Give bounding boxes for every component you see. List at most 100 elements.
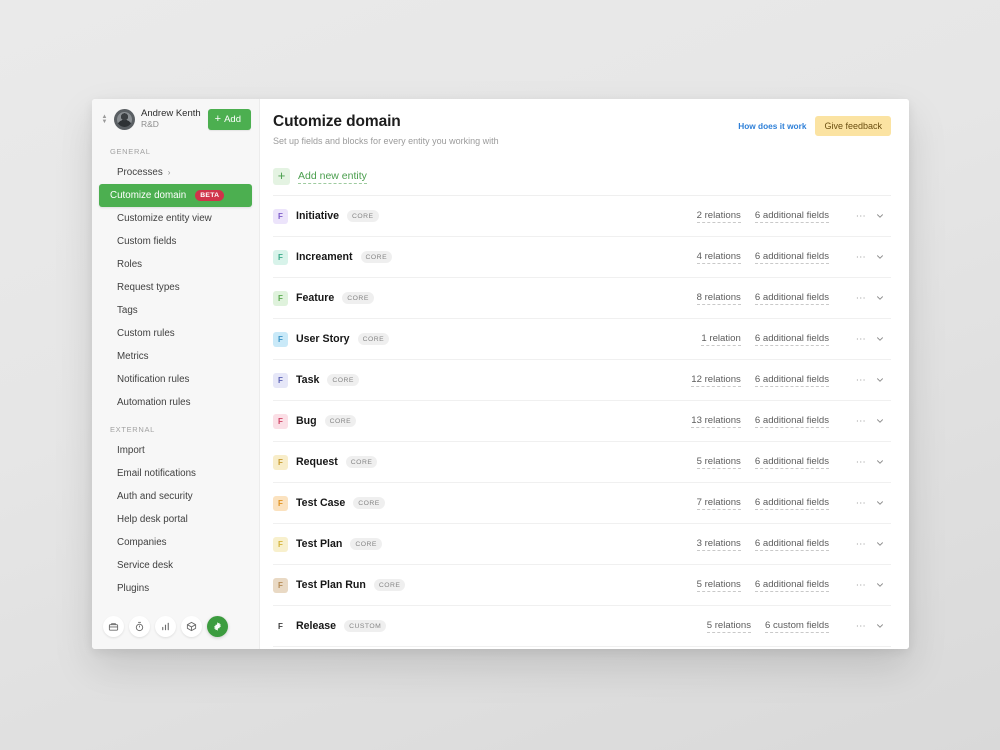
entity-relations-link[interactable]: 13 relations [691,415,741,428]
entity-relations-link[interactable]: 12 relations [691,374,741,387]
table-row[interactable]: F Task CORE 12 relations 6 additional fi… [273,359,891,400]
sidebar-item-custom-rules[interactable]: Custom rules [99,322,252,345]
entity-fields-link[interactable]: 6 custom fields [765,620,829,633]
sidebar-item-import[interactable]: Import [99,439,252,462]
sidebar-item-tags[interactable]: Tags [99,299,252,322]
entity-relations-link[interactable]: 7 relations [696,497,741,510]
chevron-down-icon[interactable] [871,416,889,426]
entity-relations-link[interactable]: 5 relations [696,456,741,469]
sidebar-item-companies[interactable]: Companies [99,531,252,554]
table-row[interactable]: F Request CORE 5 relations 6 additional … [273,441,891,482]
entity-name: Test Plan [296,538,343,550]
entity-fields-link[interactable]: 6 additional fields [754,415,829,428]
table-row[interactable]: F User Story CORE 1 relation 6 additiona… [273,318,891,359]
table-row[interactable]: F Test Plan CORE 3 relations 6 additiona… [273,523,891,564]
briefcase-icon[interactable] [103,616,124,637]
sidebar-item-customize-entity-view[interactable]: Customize entity view [99,207,252,230]
give-feedback-button[interactable]: Give feedback [815,116,891,136]
more-options-icon[interactable]: ⋯ [851,334,871,345]
more-options-icon[interactable]: ⋯ [851,539,871,550]
sidebar-item-plugins[interactable]: Plugins [99,577,252,600]
entity-fields-link[interactable]: 6 additional fields [754,374,829,387]
sidebar-item-custom-fields[interactable]: Custom fields [99,230,252,253]
chevron-down-icon[interactable] [871,457,889,467]
chevron-down-icon[interactable] [871,252,889,262]
chevron-down-icon[interactable] [871,580,889,590]
chevron-down-icon[interactable] [871,211,889,221]
chevron-down-icon[interactable] [871,539,889,549]
sidebar-item-automation-rules[interactable]: Automation rules [99,391,252,414]
entity-kind-badge: CORE [324,415,357,427]
entity-fields-link[interactable]: 6 additional fields [754,538,829,551]
entity-fields-link[interactable]: 6 additional fields [754,579,829,592]
entity-relations-link[interactable]: 5 relations [696,579,741,592]
entity-relations-link[interactable]: 4 relations [696,251,741,264]
how-does-it-work-link[interactable]: How does it work [738,121,806,131]
sidebar-item-label: Companies [117,537,167,548]
table-row[interactable]: F Feature CORE 8 relations 6 additional … [273,277,891,318]
entity-relations-link[interactable]: 3 relations [696,538,741,551]
entity-relations-link[interactable]: 8 relations [696,292,741,305]
sidebar-item-cutomize-domain[interactable]: Cutomize domain BETA [99,184,252,207]
table-row[interactable]: F Bug CORE 13 relations 6 additional fie… [273,400,891,441]
table-row[interactable]: F Initiative CORE 2 relations 6 addition… [273,195,891,236]
entity-fields-link[interactable]: 6 additional fields [754,456,829,469]
entity-relations-link[interactable]: 1 relation [701,333,741,346]
sidebar-item-processes[interactable]: Processes › [99,161,252,184]
chevron-down-icon[interactable] [871,334,889,344]
sidebar-item-notification-rules[interactable]: Notification rules [99,368,252,391]
entity-relations-link[interactable]: 2 relations [696,210,741,223]
sidebar-section-external-label: EXTERNAL [110,425,155,434]
chevron-updown-icon[interactable]: ▲ ▼ [101,114,108,125]
sidebar-item-auth-and-security[interactable]: Auth and security [99,485,252,508]
entity-relations-link[interactable]: 5 relations [706,620,751,633]
table-row[interactable]: F Test Case CORE 7 relations 6 additiona… [273,482,891,523]
more-options-icon[interactable]: ⋯ [851,580,871,591]
table-row[interactable]: F Test Plan Run CORE 5 relations 6 addit… [273,564,891,605]
sidebar-bottom-toolbar [92,606,259,649]
timer-icon[interactable] [129,616,150,637]
entity-fields-link[interactable]: 6 additional fields [754,333,829,346]
sidebar-item-label: Request types [117,282,180,293]
more-options-icon[interactable]: ⋯ [851,457,871,468]
sidebar-item-help-desk-portal[interactable]: Help desk portal [99,508,252,531]
more-options-icon[interactable]: ⋯ [851,293,871,304]
more-options-icon[interactable]: ⋯ [851,375,871,386]
entity-name: Test Case [296,497,346,509]
more-options-icon[interactable]: ⋯ [851,621,871,632]
table-row[interactable]: F Release CUSTOM 5 relations 6 custom fi… [273,605,891,646]
entity-fields-link[interactable]: 6 additional fields [754,251,829,264]
add-new-entity-label[interactable]: Add new entity [298,170,367,184]
table-row[interactable]: F Increament CORE 4 relations 6 addition… [273,236,891,277]
more-options-icon[interactable]: ⋯ [851,498,871,509]
chevron-down-icon[interactable] [871,498,889,508]
entity-type-icon: F [273,577,288,593]
page-header: Cutomize domain Set up fields and blocks… [273,99,891,146]
sidebar-nav-external: Import Email notifications Auth and secu… [92,439,259,600]
chevron-right-icon: › [167,168,171,177]
sidebar-item-email-notifications[interactable]: Email notifications [99,462,252,485]
sidebar-item-metrics[interactable]: Metrics [99,345,252,368]
entity-fields-link[interactable]: 6 additional fields [754,497,829,510]
more-options-icon[interactable]: ⋯ [851,211,871,222]
box-icon[interactable] [181,616,202,637]
user-switcher[interactable]: ▲ ▼ Andrew Kenth R&D + Add [92,99,259,136]
entity-fields-link[interactable]: 6 additional fields [754,292,829,305]
entity-list: F Initiative CORE 2 relations 6 addition… [273,195,891,649]
entity-kind-badge: CORE [327,374,359,386]
avatar [114,109,135,130]
add-button[interactable]: + Add [207,109,251,130]
entity-fields-link[interactable]: 6 additional fields [754,210,829,223]
more-options-icon[interactable]: ⋯ [851,416,871,427]
add-new-entity-row[interactable]: + Add new entity [273,168,891,193]
sidebar-item-request-types[interactable]: Request types [99,276,252,299]
sidebar-item-roles[interactable]: Roles [99,253,252,276]
sidebar-item-service-desk[interactable]: Service desk [99,554,252,577]
chevron-down-icon[interactable] [871,375,889,385]
chevron-down-icon[interactable] [871,293,889,303]
more-options-icon[interactable]: ⋯ [851,252,871,263]
chevron-down-icon[interactable] [871,621,889,631]
gear-icon[interactable] [207,616,228,637]
page-header-actions: How does it work Give feedback [738,113,891,136]
bar-chart-icon[interactable] [155,616,176,637]
